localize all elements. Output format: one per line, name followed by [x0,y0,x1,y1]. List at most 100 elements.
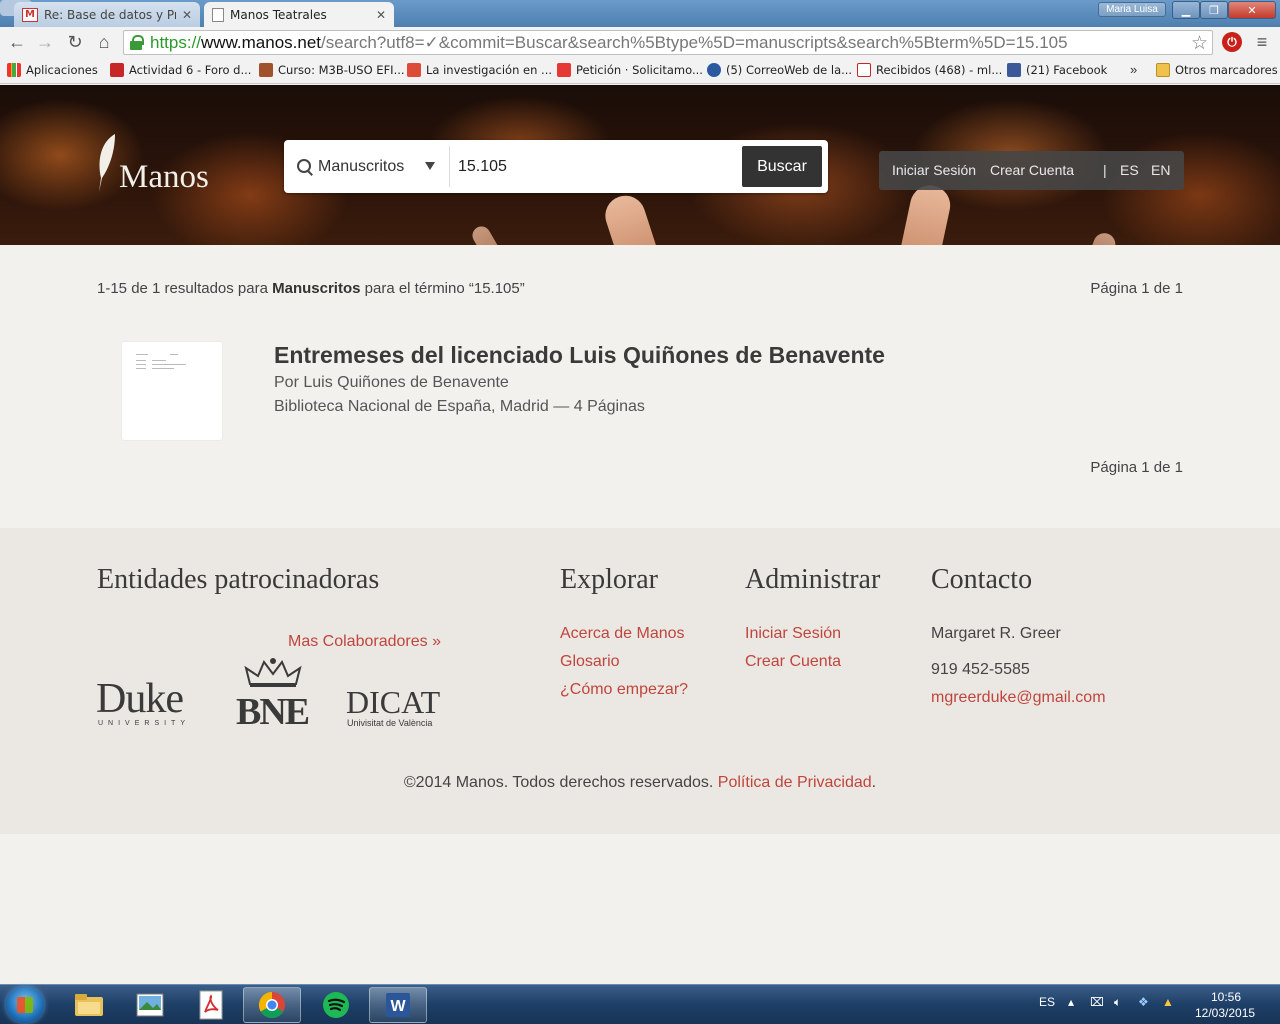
show-hidden-icons[interactable]: ▴ [1068,995,1074,1009]
register-link[interactable]: Crear Cuenta [990,162,1074,178]
summary-suffix: para el término “15.105” [360,280,525,297]
close-tab-icon[interactable]: ✕ [182,8,192,22]
sponsors-heading: Entidades patrocinadoras [97,564,380,595]
tab-label: Manos Teatrales [230,7,327,22]
word-taskbar-button[interactable]: W [369,987,427,1023]
taskbar: W ES ▴ ⌧ 🔈︎ ❖ ▲ 10:56 12/03/2015 [0,984,1280,1024]
input-language[interactable]: ES [1039,995,1055,1009]
profile-button[interactable]: Maria Luisa [1098,2,1166,17]
search-type-select[interactable]: Manuscritos [290,146,450,187]
home-icon[interactable]: ⌂ [93,31,115,53]
maximize-button[interactable]: ❐ [1200,1,1228,19]
dropbox-icon[interactable]: ❖ [1138,995,1149,1009]
search-type-label: Manuscritos [318,157,405,175]
bookmark-item[interactable]: Petición · Solicitamo... [557,62,703,78]
quill-icon [99,134,115,192]
address-bar[interactable]: https://www.manos.net/search?utf8=✓&comm… [123,30,1213,55]
start-button[interactable] [6,987,44,1023]
spotify-icon [323,992,349,1018]
bookmark-item[interactable]: La investigación en ... [407,62,552,78]
results-summary: 1-15 de 1 resultados para Manuscritos pa… [97,280,525,297]
hand-image [469,223,505,245]
footer-register-link[interactable]: Crear Cuenta [745,653,841,671]
result-title-link[interactable]: Entremeses del licenciado Luis Quiñones … [274,342,885,369]
svg-text:W: W [390,998,406,1015]
search-button[interactable]: Buscar [742,146,822,187]
bookmark-item[interactable]: Curso: M3B-USO EFI... [259,62,405,78]
result-holding: Biblioteca Nacional de España, Madrid — … [274,398,645,415]
search-icon [296,158,314,176]
site-logo[interactable]: Manos [95,132,209,194]
chrome-icon [258,991,285,1019]
bookmark-item[interactable]: Actividad 6 - Foro d... [110,62,251,78]
admin-heading: Administrar [745,564,881,595]
bookmark-label: Recibidos (468) - ml... [876,63,1003,77]
back-arrow-icon[interactable]: ← [6,31,28,53]
more-sponsors-link[interactable]: Mas Colaboradores » [288,633,441,651]
tab-manos[interactable]: Manos Teatrales ✕ [204,2,394,27]
glossary-link[interactable]: Glosario [560,653,620,671]
bookmark-item[interactable]: (5) CorreoWeb de la... [707,62,852,78]
explorer-taskbar-button[interactable] [60,987,118,1023]
crown-icon [244,658,302,687]
more-bookmarks-button[interactable]: » [1130,62,1137,77]
change-org-icon [557,63,571,77]
account-bar: Iniciar Sesión Crear Cuenta | ES EN [879,151,1184,190]
bne-logo[interactable]: BNE [236,656,310,731]
getting-started-link[interactable]: ¿Cómo empezar? [560,681,688,699]
page-info-top: Página 1 de 1 [1090,280,1183,297]
bookmark-label: La investigación en ... [426,63,553,77]
lang-en-link[interactable]: EN [1151,162,1170,178]
privacy-link[interactable]: Política de Privacidad [718,774,872,791]
duke-subtitle: UNIVERSITY [98,720,191,727]
result-author: Por Luis Quiñones de Benavente [274,374,509,391]
bookmark-item[interactable]: (21) Facebook [1007,62,1107,78]
bookmark-label: (21) Facebook [1026,63,1108,77]
forward-arrow-icon[interactable]: → [34,31,56,53]
duke-logo[interactable]: Duke UNIVERSITY [96,678,190,727]
bookmark-item[interactable]: Recibidos (468) - ml... [857,62,1002,78]
hand-image [898,181,954,245]
separator: | [1103,162,1107,178]
browser-menu-icon[interactable]: ≡ [1254,31,1270,53]
about-link[interactable]: Acerca de Manos [560,625,685,643]
close-tab-icon[interactable]: ✕ [376,8,386,22]
minimize-button[interactable]: ▁ [1172,1,1200,19]
tab-label: Re: Base de datos y Prime [44,7,176,22]
login-link[interactable]: Iniciar Sesión [892,162,976,178]
close-window-button[interactable]: ✕ [1228,1,1276,19]
contact-email-link[interactable]: mgreerduke@gmail.com [931,689,1106,707]
footer-login-link[interactable]: Iniciar Sesión [745,625,841,643]
google-drive-icon[interactable]: ▲ [1162,995,1174,1009]
bookmark-star-icon[interactable]: ☆ [1191,32,1208,55]
site-footer: Entidades patrocinadoras Mas Colaborador… [0,528,1280,834]
search-input[interactable] [454,146,740,187]
reload-icon[interactable]: ↻ [64,31,86,53]
bookmark-apps[interactable]: Aplicaciones [7,62,98,78]
dicat-logo[interactable]: DICAT Univisitat de València [346,686,440,728]
summary-type: Manuscritos [272,280,361,297]
url-host: www.manos.net [201,32,322,52]
network-icon[interactable]: ⌧ [1090,995,1104,1009]
bookmark-label: (5) CorreoWeb de la... [726,63,853,77]
spotify-taskbar-button[interactable] [307,987,365,1023]
bne-wordmark: BNE [236,691,310,733]
page-icon [212,7,224,22]
pdf-reader-taskbar-button[interactable] [182,987,240,1023]
result-thumbnail[interactable] [122,342,222,440]
clock-time[interactable]: 10:56 [1211,990,1241,1004]
other-bookmarks-folder[interactable]: Otros marcadores [1156,62,1278,78]
apps-grid-icon [7,63,21,77]
tab-gmail[interactable]: M Re: Base de datos y Prime ✕ [14,2,200,27]
pdf-icon [199,990,223,1020]
extension-icon[interactable]: ⏻ [1222,32,1242,52]
logo-text: Manos [119,159,209,195]
lang-es-link[interactable]: ES [1120,162,1139,178]
gmail-icon [857,63,871,77]
clock-date[interactable]: 12/03/2015 [1195,1006,1255,1020]
word-icon: W [386,993,410,1017]
volume-icon[interactable]: 🔈︎ [1114,995,1121,1010]
chrome-taskbar-button[interactable] [243,987,301,1023]
photo-viewer-taskbar-button[interactable] [121,987,179,1023]
contact-phone: 919 452-5585 [931,661,1030,678]
